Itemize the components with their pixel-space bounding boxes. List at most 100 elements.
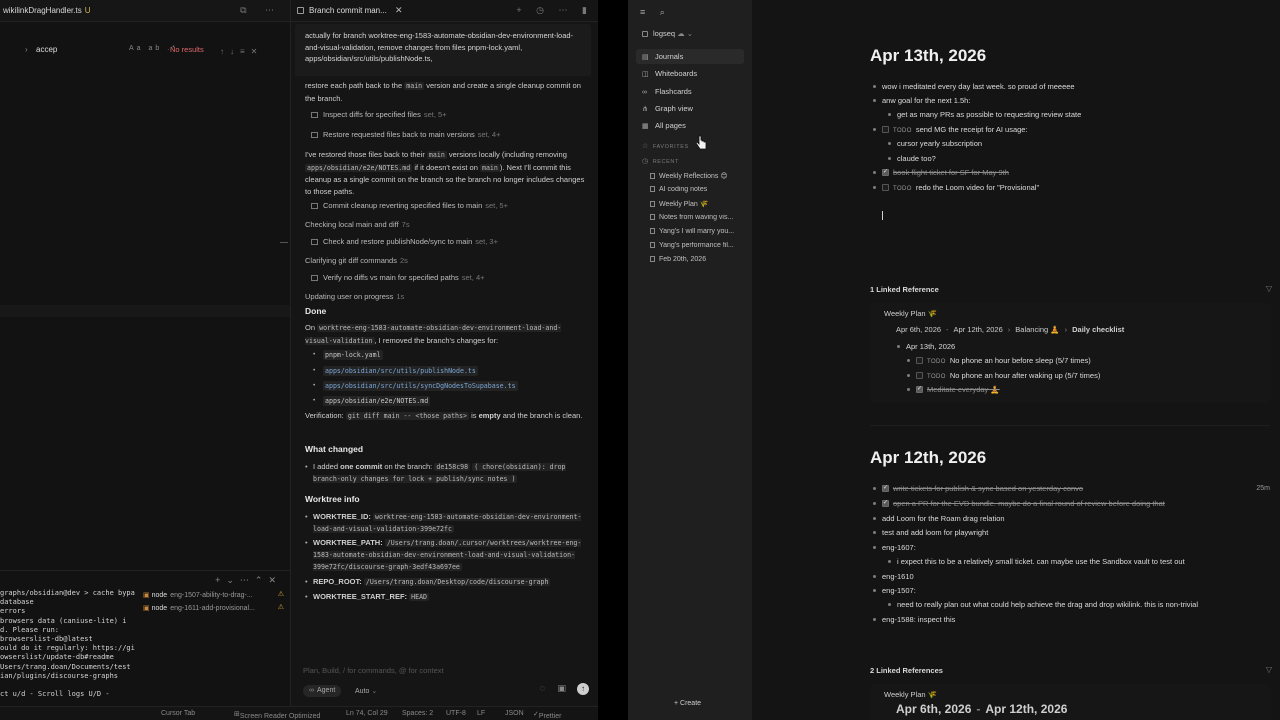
terminal-panel[interactable]: +⌄⋯⌃✕ graphs/obsidian@dev > cache bypa d… [0, 570, 290, 702]
status-eol[interactable]: LF [477, 710, 485, 717]
done-checkbox[interactable] [882, 499, 889, 507]
find-nav-buttons[interactable]: ↑↓≡✕ [214, 44, 290, 59]
done-checkbox[interactable] [916, 385, 923, 393]
breadcrumb[interactable]: Apr 6th, 2026- Apr 12th, 2026 › Balancing 🧘… [896, 325, 1124, 334]
status-line[interactable]: Checking local main and diff 7s [305, 220, 410, 229]
recent-item[interactable]: Yang's performance fil... [650, 242, 748, 249]
tool-step[interactable]: Inspect diffs for specified files set, 5+ [311, 110, 447, 119]
tool-step[interactable]: Restore requested files back to main ver… [311, 130, 500, 139]
file-link[interactable]: apps/obsidian/src/utils/publishNode.ts [313, 366, 478, 376]
reference-page-link[interactable]: Weekly Plan 🌾 [884, 690, 937, 699]
chat-input-placeholder[interactable]: Plan, Build, / for commands, @ for conte… [303, 666, 444, 675]
done-checkbox[interactable] [882, 484, 889, 492]
journal-title[interactable]: Apr 13th, 2026 [870, 46, 986, 66]
warning-icon: ⚠ [277, 604, 284, 611]
status-line[interactable]: Updating user on progress 1s [305, 292, 404, 301]
chevron-right-icon[interactable]: › [25, 45, 28, 54]
todo-checkbox[interactable] [882, 184, 889, 191]
journal-block[interactable]: eng-1607: [873, 543, 916, 552]
close-icon[interactable]: ✕ [395, 5, 403, 16]
todo-block[interactable]: TODO No phone an hour after waking up (5/… [906, 371, 1100, 380]
terminal-process[interactable]: ▣ node eng-1611-add-provisional... ⚠ [143, 604, 288, 617]
journal-block[interactable]: test and add loom for playwright [872, 528, 988, 537]
send-button[interactable]: ↑ [577, 683, 589, 695]
model-selector[interactable]: Auto [355, 687, 377, 695]
done-block[interactable]: open a PR for the EVD bundle. maybe do a… [873, 499, 1165, 508]
journal-block[interactable]: i expect this to be a relatively small t… [888, 557, 1185, 566]
status-spaces[interactable]: Spaces: 2 [402, 710, 433, 717]
breadcrumb[interactable]: Apr 6th, 2026- Apr 12th, 2026 [896, 702, 1067, 716]
journal-block[interactable]: claude too? [888, 154, 936, 163]
status-line-col[interactable]: Ln 74, Col 29 [346, 710, 388, 717]
status-line[interactable]: Clarifying git diff commands 2s [305, 256, 408, 265]
sidebar-item-graph-view[interactable]: ⋔ Graph view [636, 101, 744, 116]
todo-block[interactable]: TODO redo the Loom video for "Provisional… [872, 183, 1039, 192]
journal-block[interactable]: need to really plan out what could help … [887, 600, 1198, 609]
graph-selector[interactable]: logseq ☁ ⌄ [642, 29, 693, 38]
todo-block[interactable]: TODO No phone an hour before sleep (5/7 t… [907, 356, 1091, 365]
input-actions[interactable]: ◌ ▣ [540, 683, 571, 694]
journal-block[interactable]: eng-1507: [873, 586, 916, 595]
bullet-item: WORKTREE_PATH: /Users/trang.doan/.cursor… [305, 537, 583, 573]
linked-references-heading[interactable]: 2 Linked References [870, 666, 943, 675]
todo-block[interactable]: TODO send MG the receipt for AI usage: [873, 125, 1028, 134]
linked-references-heading[interactable]: 1 Linked Reference [870, 285, 939, 294]
status-screen-reader[interactable]: ⊞ Screen Reader Optimized [234, 710, 320, 720]
done-checkbox[interactable] [882, 168, 889, 176]
journal-block[interactable]: cursor yearly subscription [887, 139, 982, 148]
editor-actions[interactable]: ⧉ ⋯ [240, 5, 282, 16]
done-block[interactable]: Meditate everyday 🧘 [907, 385, 1000, 394]
sidebar-item-journals[interactable]: ▤ Journals [636, 49, 744, 64]
tool-step[interactable]: Check and restore publishNode/sync to ma… [311, 237, 498, 246]
journal-block[interactable]: eng-1610 [873, 572, 914, 581]
status-language[interactable]: JSON [505, 710, 524, 717]
todo-checkbox[interactable] [916, 357, 923, 364]
sidebar-item-whiteboards[interactable]: ◫ Whiteboards [636, 66, 744, 81]
filter-icon[interactable]: ▽ [1266, 665, 1272, 674]
editor-tab[interactable]: wikilinkDragHandler.ts U ⧉ ⋯ [0, 0, 290, 22]
chat-input-box[interactable]: Plan, Build, / for commands, @ for conte… [297, 660, 593, 702]
text: Verification: [305, 411, 344, 420]
recent-item[interactable]: Feb 20th, 2026 [650, 256, 748, 263]
recent-item[interactable]: AI coding notes [650, 186, 748, 193]
recent-section[interactable]: ◷ RECENT [642, 157, 679, 165]
recent-item[interactable]: Weekly Reflections 😊 [650, 172, 748, 180]
status-encoding[interactable]: UTF-8 [446, 710, 466, 717]
recent-item[interactable]: Yang's I will marry you... [650, 228, 748, 235]
step-label: Inspect diffs for specified files [323, 110, 421, 119]
status-cursor-tab[interactable]: Cursor Tab [161, 710, 195, 717]
file-link[interactable]: apps/obsidian/src/utils/syncDgNodesToSup… [313, 381, 518, 391]
journal-block[interactable]: add Loom for the Roam drag relation [873, 514, 1005, 523]
terminal-actions[interactable]: +⌄⋯⌃✕ [215, 575, 282, 586]
status-prettier[interactable]: ✓ Prettier [533, 710, 561, 720]
sidebar-top-actions[interactable]: ≡ ⌕ [640, 7, 671, 18]
journal-block[interactable]: anw goal for the next 1.5h: [872, 96, 970, 105]
reference-page-link[interactable]: Weekly Plan 🌾 [884, 309, 937, 318]
chat-actions[interactable]: + ◷ ⋯ ▮ [516, 5, 593, 16]
journal-title[interactable]: Apr 12th, 2026 [870, 448, 986, 468]
bold-text: empty [478, 411, 501, 420]
journal-block[interactable]: get as many PRs as possible to requestin… [887, 110, 1081, 119]
sidebar-item-flashcards[interactable]: ∞ Flashcards [636, 84, 744, 99]
chat-tab[interactable]: Branch commit man... ✕ + ◷ ⋯ ▮ [291, 0, 598, 22]
todo-checkbox[interactable] [882, 126, 889, 133]
reference-block[interactable]: Apr 13th, 2026 [896, 342, 955, 351]
recent-item[interactable]: Weekly Plan 🌾 [650, 200, 748, 208]
terminal-process[interactable]: ▣ node eng-1507-ability-to-drag-... ⚠ [143, 591, 288, 604]
journal-block[interactable]: wow i meditated every day last week. so … [873, 82, 1075, 91]
find-input[interactable]: accep [36, 45, 57, 54]
create-button[interactable]: + Create [674, 700, 701, 707]
done-block[interactable]: write tickets for publish & sync based o… [872, 484, 1083, 493]
favorites-section[interactable]: ☆ FAVORITES [642, 142, 689, 150]
todo-marker: TODO [927, 374, 946, 380]
recent-item[interactable]: Notes from waving vis... [650, 214, 748, 221]
done-block[interactable]: book flight ticket for SF for May 9th [873, 168, 1009, 177]
sidebar-item-all-pages[interactable]: ▦ All pages [636, 118, 744, 133]
tool-step[interactable]: Verify no diffs vs main for specified pa… [311, 273, 485, 282]
tool-step[interactable]: Commit cleanup reverting specified files… [311, 201, 508, 210]
mode-selector[interactable]: ∞ Agent [303, 685, 342, 697]
filter-icon[interactable]: ▽ [1266, 284, 1272, 293]
user-message[interactable]: actually for branch worktree-eng-1583-au… [295, 24, 591, 76]
todo-checkbox[interactable] [916, 372, 923, 379]
journal-block[interactable]: eng-1588: inspect this [872, 615, 955, 624]
